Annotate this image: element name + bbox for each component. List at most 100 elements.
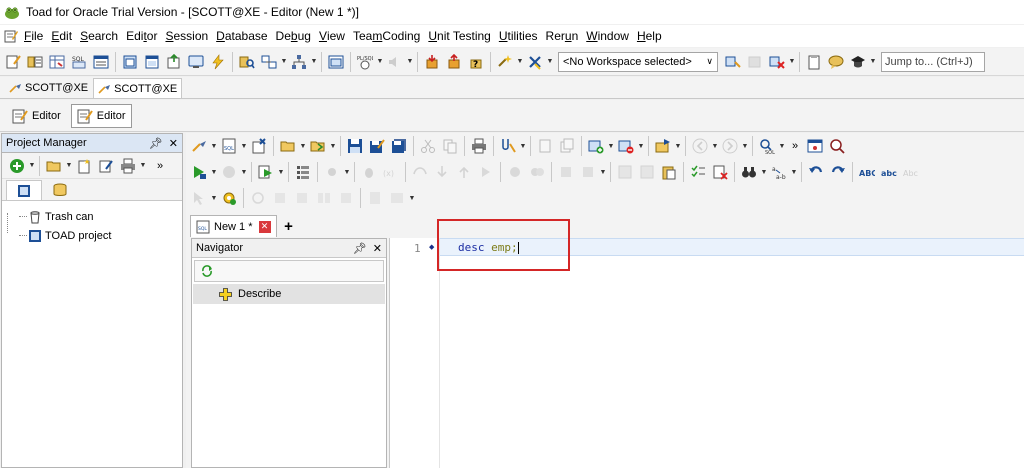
bug-icon[interactable] — [359, 162, 379, 182]
query-builder-icon[interactable] — [237, 52, 257, 72]
dropdown-arrow-icon[interactable]: ▼ — [516, 52, 524, 72]
speaker-icon[interactable] — [385, 52, 405, 72]
undo-icon[interactable] — [806, 162, 826, 182]
redo-icon[interactable] — [828, 162, 848, 182]
sql-tab-new-1[interactable]: SQL New 1 * ✕ — [190, 215, 277, 237]
remove-table-icon[interactable] — [616, 136, 636, 156]
help-query-icon[interactable]: ? — [466, 52, 486, 72]
forward-icon[interactable] — [720, 136, 740, 156]
sql-search-icon[interactable]: SQL — [757, 136, 777, 156]
add-icon[interactable] — [7, 156, 27, 176]
overflow-chevron-icon[interactable]: » — [792, 140, 798, 152]
refresh-icon[interactable] — [201, 265, 213, 277]
menu-editor[interactable]: Edi t or — [122, 26, 161, 46]
open-folder-icon[interactable] — [44, 156, 64, 176]
print-icon[interactable] — [118, 156, 138, 176]
dropdown-arrow-icon[interactable]: ▼ — [343, 162, 351, 182]
gear-icon[interactable] — [219, 188, 239, 208]
breakpoints-icon[interactable] — [527, 162, 547, 182]
dropdown-arrow-icon[interactable]: ▼ — [240, 162, 248, 182]
dropdown-arrow-icon[interactable]: ▼ — [519, 136, 527, 156]
new-editor-icon[interactable] — [3, 52, 23, 72]
paste-icon[interactable] — [659, 162, 679, 182]
copy-icon[interactable] — [440, 136, 460, 156]
clear-formatting-icon[interactable] — [710, 162, 730, 182]
chat-icon[interactable] — [826, 52, 846, 72]
connection-tab-scott-1[interactable]: SCOTT@XE — [4, 78, 93, 98]
dropdown-arrow-icon[interactable]: ▼ — [277, 162, 285, 182]
menu-database[interactable]: Database — [212, 26, 271, 46]
find-icon[interactable] — [739, 162, 759, 182]
clipboard-icon[interactable] — [804, 52, 824, 72]
print-icon[interactable] — [469, 136, 489, 156]
save-icon[interactable] — [345, 136, 365, 156]
overflow-chevron-icon[interactable]: » — [157, 160, 163, 172]
dropdown-arrow-icon[interactable]: ▼ — [406, 52, 414, 72]
sql-file-icon[interactable]: SQL — [219, 136, 239, 156]
window-list-icon[interactable] — [326, 52, 346, 72]
breakpoint-icon[interactable] — [505, 162, 525, 182]
dropdown-arrow-icon[interactable]: ▼ — [788, 52, 796, 72]
step-into-icon[interactable] — [432, 162, 452, 182]
dropdown-arrow-icon[interactable]: ▼ — [607, 136, 615, 156]
cut-icon[interactable] — [418, 136, 438, 156]
dropdown-arrow-icon[interactable]: ▼ — [760, 162, 768, 182]
plsql-icon[interactable]: PL/SQL — [355, 52, 375, 72]
run-to-cursor-icon[interactable] — [476, 162, 496, 182]
tree-item-trash-can[interactable]: Trash can — [14, 207, 182, 226]
pin-icon[interactable]: 📌︎ — [353, 242, 367, 255]
dropdown-arrow-icon[interactable]: ▼ — [546, 52, 554, 72]
paste-row-icon[interactable] — [292, 188, 312, 208]
clear-editor-icon[interactable] — [249, 136, 269, 156]
dropdown-arrow-icon[interactable]: ▼ — [376, 52, 384, 72]
debug-icon[interactable] — [322, 162, 342, 182]
commit-icon[interactable] — [422, 52, 442, 72]
dropdown-arrow-icon[interactable]: ▼ — [329, 136, 337, 156]
menu-window[interactable]: Window — [582, 26, 633, 46]
project-tab-database[interactable] — [42, 180, 78, 200]
menu-view[interactable]: View — [315, 26, 349, 46]
data-grid-icon[interactable] — [47, 52, 67, 72]
connection-tab-scott-2[interactable]: SCOTT@XE — [93, 78, 183, 98]
documents-icon[interactable] — [557, 136, 577, 156]
formatter-icon[interactable] — [498, 136, 518, 156]
dropdown-arrow-icon[interactable]: ▼ — [310, 52, 318, 72]
stop-execution-icon[interactable] — [219, 162, 239, 182]
snippet-icon[interactable] — [653, 136, 673, 156]
dropdown-arrow-icon[interactable]: ▼ — [299, 136, 307, 156]
zoom-icon[interactable] — [827, 136, 847, 156]
dropdown-arrow-icon[interactable]: ▼ — [674, 136, 682, 156]
menu-edit[interactable]: Edit — [47, 26, 76, 46]
sql-window-icon[interactable] — [91, 52, 111, 72]
menu-debug[interactable]: De b ug — [272, 26, 315, 46]
menu-help[interactable]: Help — [633, 26, 666, 46]
trace-icon[interactable] — [556, 162, 576, 182]
execute-statement-icon[interactable] — [189, 162, 209, 182]
dropdown-arrow-icon[interactable]: ▼ — [139, 156, 147, 176]
close-icon[interactable]: ✕ — [169, 137, 178, 150]
watch-icon[interactable]: (x) — [381, 162, 401, 182]
rollback-icon[interactable] — [444, 52, 464, 72]
menu-rerun[interactable]: Rer u n — [542, 26, 583, 46]
dropdown-arrow-icon[interactable]: ▼ — [408, 188, 416, 208]
er-diagram-icon[interactable] — [259, 52, 279, 72]
menu-session[interactable]: Session — [161, 26, 212, 46]
new-document-icon[interactable] — [535, 136, 555, 156]
new-connection-icon[interactable] — [495, 52, 515, 72]
execute-script-icon[interactable] — [256, 162, 276, 182]
workspace-delete-icon[interactable] — [767, 52, 787, 72]
open-file-icon[interactable] — [278, 136, 298, 156]
jump-to-input[interactable]: Jump to... (Ctrl+J) — [881, 51, 985, 72]
close-icon[interactable]: ✕ — [373, 242, 382, 255]
graduation-cap-icon[interactable] — [848, 52, 868, 72]
cursor-icon[interactable] — [189, 188, 209, 208]
image-icon[interactable] — [387, 188, 407, 208]
menu-file[interactable]: File — [20, 26, 47, 46]
load-file-icon[interactable] — [308, 136, 328, 156]
profile-icon[interactable] — [578, 162, 598, 182]
save-as-icon[interactable] — [367, 136, 387, 156]
menu-utilities[interactable]: Utilities — [495, 26, 542, 46]
connection-icon[interactable] — [189, 136, 209, 156]
schema-browser-icon[interactable] — [25, 52, 45, 72]
object-window-icon[interactable] — [120, 52, 140, 72]
